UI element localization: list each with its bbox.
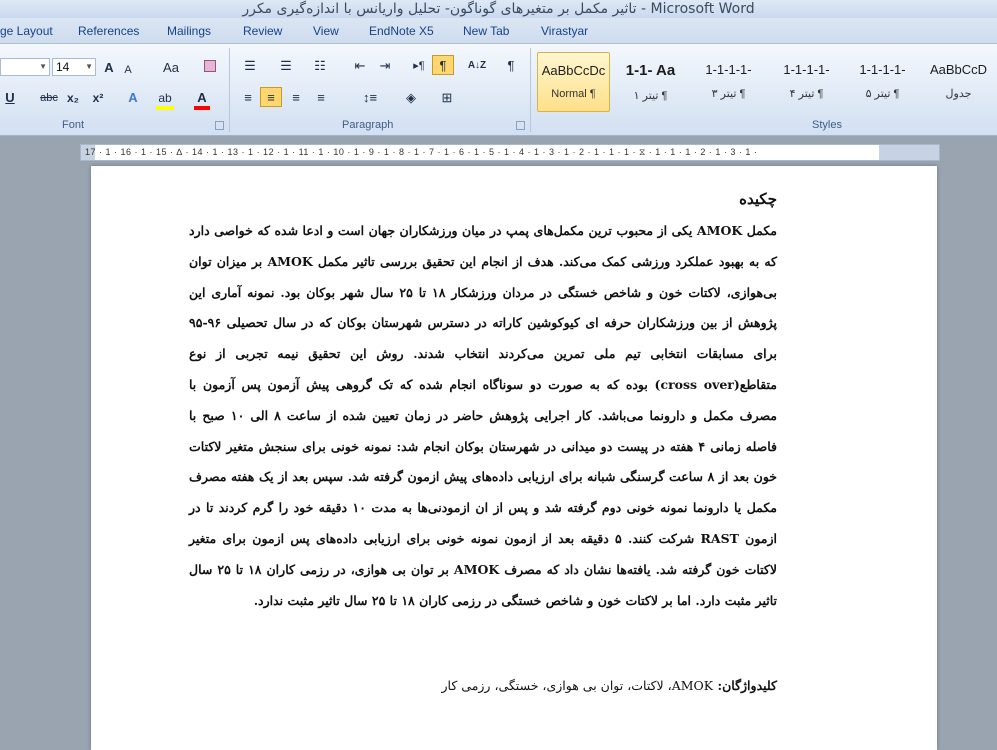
- font-size-value: 14: [56, 60, 70, 74]
- decrease-indent-icon: ⇤: [354, 58, 366, 73]
- change-case-button[interactable]: Aa: [158, 58, 184, 78]
- tab-references[interactable]: References: [78, 24, 139, 38]
- style-name: ¶ تیتر ۴: [789, 88, 824, 100]
- chevron-down-icon[interactable]: ▼: [85, 59, 93, 75]
- tab-review[interactable]: Review: [243, 24, 282, 38]
- justify-icon: ≡: [317, 90, 325, 105]
- show-formatting-marks-button[interactable]: ¶: [502, 56, 520, 76]
- group-divider: [530, 48, 531, 132]
- align-right-button[interactable]: ≡: [287, 88, 305, 108]
- document-body: مکمل AMOK یکی از محبوب ترین مکمل‌های پمپ…: [189, 223, 778, 608]
- group-divider: [229, 48, 230, 132]
- justify-button[interactable]: ≡: [312, 88, 330, 108]
- clear-formatting-button[interactable]: [201, 58, 219, 78]
- numbering-icon: ☰: [280, 58, 292, 73]
- style-preview: 1-1-1-1-: [705, 62, 752, 77]
- paragraph-group-label: Paragraph: [342, 119, 394, 131]
- borders-icon: ⊞: [441, 90, 453, 105]
- style-normal[interactable]: AaBbCcDc ¶ Normal: [537, 52, 610, 112]
- keywords-label: کلیدواژگان:: [717, 678, 777, 693]
- font-name-combo[interactable]: ▼: [0, 58, 50, 76]
- style-name: جدول: [945, 88, 972, 100]
- tab-mailings[interactable]: Mailings: [167, 24, 211, 38]
- strikethrough-button[interactable]: abc: [38, 88, 60, 108]
- align-center-icon: ≡: [267, 90, 275, 105]
- align-left-icon: ≡: [244, 90, 252, 105]
- increase-indent-button[interactable]: ⇥: [375, 56, 395, 76]
- increase-indent-icon: ⇥: [379, 58, 391, 73]
- style-heading-1[interactable]: 1-1- Aa ¶ تیتر ۱: [614, 52, 687, 112]
- style-preview: AaBbCcDc: [541, 63, 606, 78]
- style-preview: 1-1-1-1-: [859, 62, 906, 77]
- style-preview: 1-1-1-1-: [783, 62, 830, 77]
- borders-button[interactable]: ⊞: [436, 88, 458, 108]
- style-preview: AaBbCcD: [929, 62, 988, 77]
- line-spacing-icon: ↕≡: [362, 90, 378, 105]
- tab-virastyar[interactable]: Virastyar: [541, 24, 588, 38]
- align-right-icon: ≡: [292, 90, 300, 105]
- style-name: ¶ تیتر ۳: [711, 88, 746, 100]
- style-name: ¶ تیتر ۱: [633, 90, 668, 102]
- rtl-direction-button[interactable]: ¶: [432, 55, 454, 75]
- align-center-button[interactable]: ≡: [260, 87, 282, 107]
- document-heading: چکیده: [739, 190, 777, 208]
- ltr-direction-button[interactable]: ▸¶: [410, 56, 428, 76]
- style-table[interactable]: AaBbCcD جدول: [922, 52, 995, 112]
- highlight-button[interactable]: ab: [156, 88, 174, 110]
- paragraph-dialog-launcher[interactable]: [516, 121, 525, 130]
- document-keywords: کلیدواژگان: AMOK، لاکتات، توان بی هوازی،…: [189, 678, 777, 693]
- style-preview: 1-1- Aa: [625, 62, 676, 79]
- ltr-direction-icon: ▸¶: [413, 60, 425, 72]
- ribbon: ▼ 14 ▼ A A Aa U abc x₂ x² A ab A Font ☰ ☰…: [0, 44, 997, 136]
- font-group-label: Font: [62, 119, 85, 131]
- ribbon-tabs: ge Layout References Mailings Review Vie…: [0, 18, 997, 44]
- multilevel-list-icon: ☷: [314, 58, 326, 73]
- decrease-indent-button[interactable]: ⇤: [350, 56, 370, 76]
- font-size-combo[interactable]: 14 ▼: [52, 58, 96, 76]
- paint-bucket-icon: ◈: [406, 90, 416, 105]
- chevron-down-icon[interactable]: ▼: [39, 59, 47, 75]
- eraser-icon: [204, 60, 216, 72]
- style-name: ¶ Normal: [551, 88, 596, 100]
- rtl-direction-icon: ¶: [439, 58, 447, 73]
- style-heading-3[interactable]: 1-1-1-1- ¶ تیتر ۳: [692, 52, 765, 112]
- numbering-button[interactable]: ☰: [276, 56, 296, 76]
- shading-button[interactable]: ◈: [400, 88, 422, 108]
- align-left-button[interactable]: ≡: [239, 88, 257, 108]
- font-color-button[interactable]: A: [194, 88, 210, 110]
- line-spacing-button[interactable]: ↕≡: [358, 88, 382, 108]
- styles-group-label: Styles: [812, 119, 842, 131]
- tab-new-tab[interactable]: New Tab: [463, 24, 509, 38]
- subscript-button[interactable]: x₂: [64, 88, 82, 108]
- window-title: تاثیر مکمل بر متغیرهای گوناگون- تحلیل وا…: [0, 0, 997, 18]
- ruler-scale: 17 · 1 · 16 · 1 · 15 · ∆ · 14 · 1 · 13 ·…: [85, 147, 758, 157]
- tab-page-layout[interactable]: ge Layout: [0, 24, 53, 38]
- bullets-button[interactable]: ☰: [240, 56, 260, 76]
- sort-button[interactable]: A↓Z: [465, 56, 489, 76]
- tab-view[interactable]: View: [313, 24, 339, 38]
- ruler-margin-right: [879, 145, 939, 160]
- underline-button[interactable]: U: [3, 88, 17, 108]
- keywords-text: AMOK، لاکتات، توان بی هوازی، خستگی، رزمی…: [441, 678, 714, 693]
- style-heading-5[interactable]: 1-1-1-1- ¶ تیتر ۵: [846, 52, 919, 112]
- shrink-font-button[interactable]: A: [121, 60, 135, 80]
- bullets-icon: ☰: [244, 58, 256, 73]
- grow-font-button[interactable]: A: [101, 58, 117, 78]
- tab-endnote[interactable]: EndNote X5: [369, 24, 434, 38]
- multilevel-list-button[interactable]: ☷: [310, 56, 330, 76]
- document-page[interactable]: چکیده مکمل AMOK یکی از محبوب ترین مکمل‌ه…: [91, 166, 937, 750]
- text-effects-button[interactable]: A: [125, 88, 141, 108]
- style-heading-4[interactable]: 1-1-1-1- ¶ تیتر ۴: [770, 52, 843, 112]
- horizontal-ruler[interactable]: 17 · 1 · 16 · 1 · 15 · ∆ · 14 · 1 · 13 ·…: [80, 144, 940, 161]
- superscript-button[interactable]: x²: [89, 88, 107, 108]
- style-name: ¶ تیتر ۵: [865, 88, 900, 100]
- font-dialog-launcher[interactable]: [215, 121, 224, 130]
